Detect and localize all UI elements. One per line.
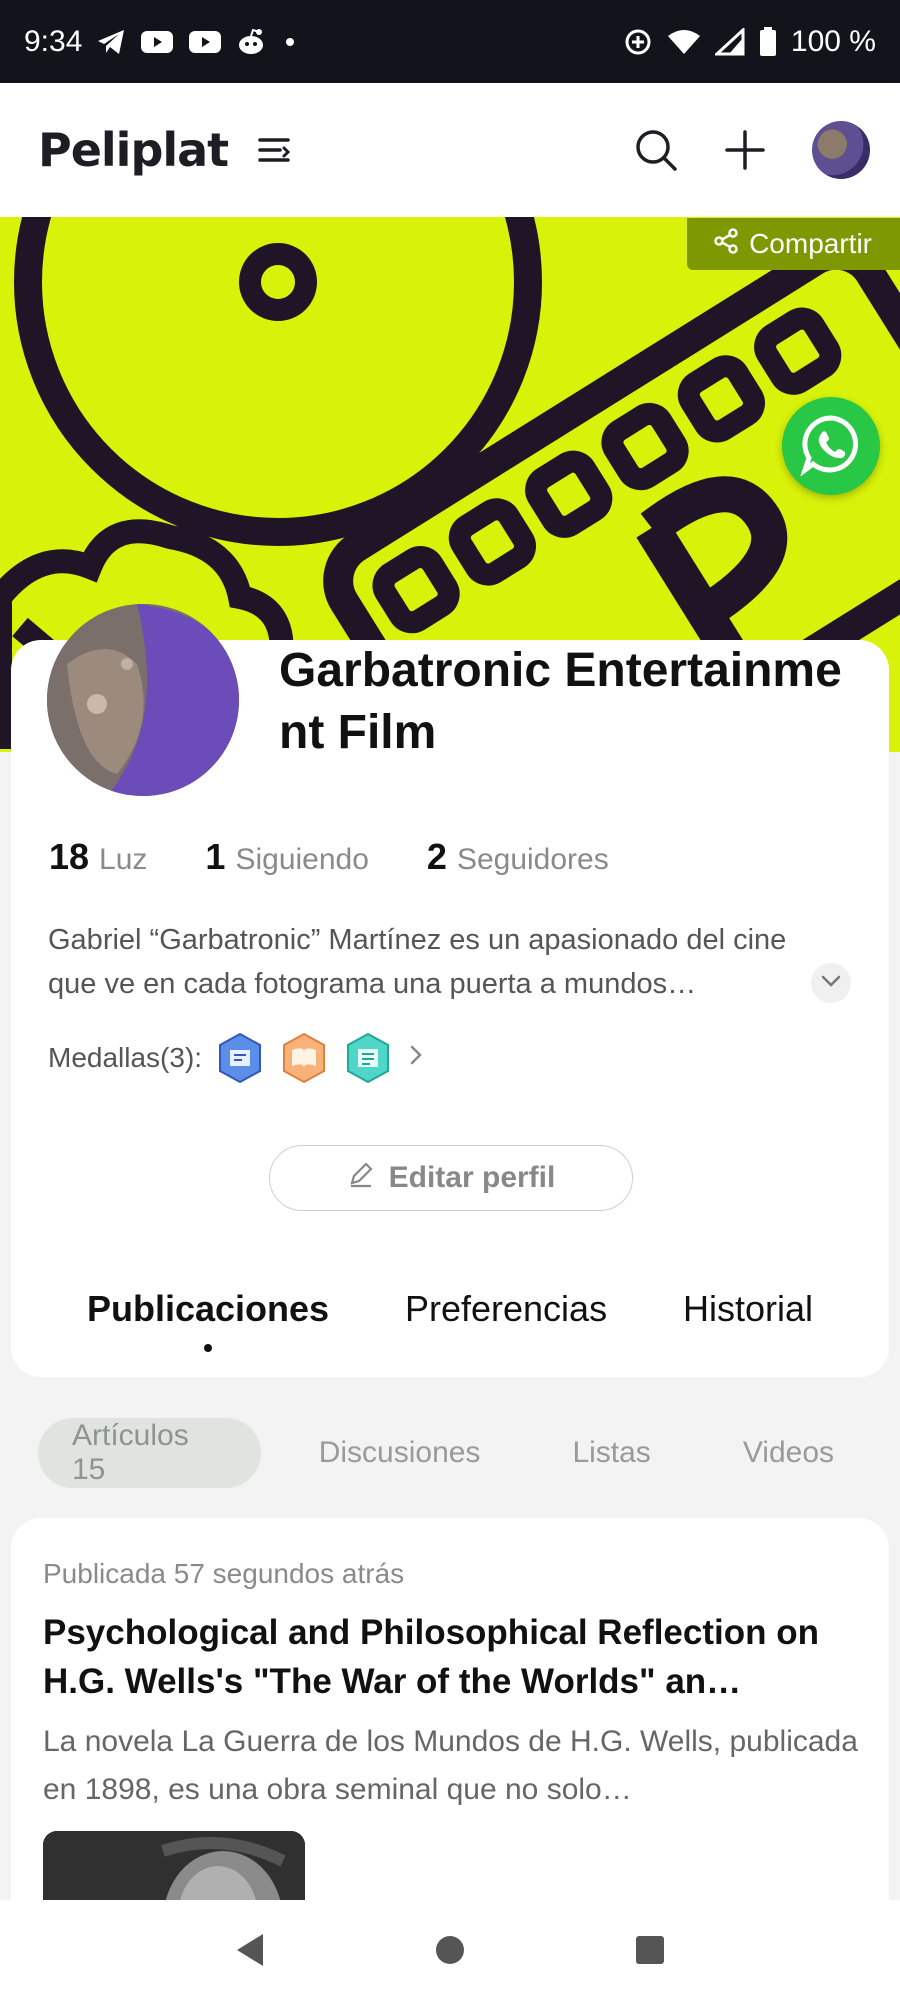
- share-button[interactable]: Compartir: [687, 218, 900, 270]
- youtube-icon: [140, 29, 174, 55]
- stat-label: Siguiendo: [235, 843, 369, 876]
- subtab-articulos[interactable]: Artículos 15: [38, 1418, 261, 1488]
- chevron-right-icon: [406, 1042, 426, 1075]
- status-time: 9:34: [24, 24, 83, 58]
- system-nav-bar: [0, 1900, 900, 2000]
- data-saver-icon: [623, 27, 653, 57]
- stat-value: 2: [426, 836, 447, 877]
- medal-blue-icon: [214, 1032, 266, 1084]
- share-label: Compartir: [749, 228, 872, 259]
- whatsapp-icon: [799, 412, 863, 481]
- subtab-listas[interactable]: Listas: [514, 1418, 684, 1488]
- brand: Peliplat: [38, 123, 292, 177]
- home-icon[interactable]: [433, 1933, 467, 1967]
- telegram-icon: [96, 28, 126, 56]
- profile-card: Garbatronic Entertainment Film 18 Luz 1 …: [11, 604, 889, 1377]
- avatar[interactable]: [812, 121, 870, 179]
- content-subtabs: Artículos 15 Discusiones Listas Videos: [38, 1418, 868, 1488]
- dot-icon: [280, 32, 300, 52]
- profile-avatar[interactable]: [47, 604, 239, 796]
- medal-orange-icon: [278, 1032, 330, 1084]
- stat-label: Luz: [99, 843, 148, 876]
- stat-value: 18: [49, 836, 90, 877]
- plus-icon[interactable]: [724, 129, 766, 171]
- stat-value: 1: [205, 836, 226, 877]
- profile-name: Garbatronic Entertainment Film: [279, 644, 842, 759]
- post-card[interactable]: Publicada 57 segundos atrás Psychologica…: [11, 1518, 889, 1938]
- chevron-down-icon: [820, 974, 842, 993]
- recents-icon[interactable]: [633, 1933, 667, 1967]
- status-left: 9:34: [24, 25, 300, 59]
- medal-teal-icon: [342, 1032, 394, 1084]
- share-icon: [713, 227, 739, 261]
- post-timestamp: Publicada 57 segundos atrás: [43, 1558, 405, 1589]
- screen: 9:34 100 % Peliplat Compartir Garbatroni…: [0, 0, 900, 2000]
- subtab-discusiones[interactable]: Discusiones: [261, 1418, 515, 1488]
- medals-label: Medallas(3):: [48, 1042, 203, 1073]
- tab-preferencias[interactable]: Preferencias: [395, 1288, 617, 1330]
- expand-bio-button[interactable]: [811, 963, 851, 1003]
- signal-icon: [714, 27, 745, 56]
- status-right: 100 %: [623, 25, 876, 59]
- peliplat-logo[interactable]: Peliplat: [38, 123, 229, 177]
- whatsapp-button[interactable]: [782, 397, 880, 495]
- medals-row[interactable]: Medallas(3):: [48, 1032, 426, 1084]
- tab-historial[interactable]: Historial: [673, 1288, 823, 1330]
- app-header: Peliplat: [0, 83, 900, 217]
- menu-icon[interactable]: [256, 134, 292, 166]
- search-icon[interactable]: [634, 128, 678, 172]
- stat-luz[interactable]: 18 Luz: [49, 836, 147, 878]
- post-title[interactable]: Psychological and Philosophical Reflecti…: [43, 1608, 869, 1706]
- status-bar: 9:34 100 %: [0, 0, 900, 83]
- stat-siguiendo[interactable]: 1 Siguiendo: [205, 836, 368, 878]
- wifi-icon: [667, 28, 701, 56]
- battery-percentage: 100 %: [790, 24, 876, 58]
- stat-seguidores[interactable]: 2 Seguidores: [427, 836, 609, 878]
- youtube-icon: [188, 29, 222, 55]
- reddit-icon: [236, 28, 266, 56]
- post-excerpt: La novela La Guerra de los Mundos de H.G…: [43, 1725, 858, 1806]
- edit-profile-button[interactable]: Editar perfil: [269, 1145, 633, 1211]
- subtab-videos[interactable]: Videos: [685, 1418, 868, 1488]
- profile-tabs: Publicaciones Preferencias Historial: [11, 1288, 889, 1330]
- profile-stats: 18 Luz 1 Siguiendo 2 Seguidores: [49, 836, 609, 878]
- edit-profile-label: Editar perfil: [388, 1161, 556, 1194]
- battery-icon: [759, 26, 777, 57]
- profile-bio: Gabriel “Garbatronic” Martínez es un apa…: [48, 924, 787, 1000]
- header-actions: [634, 121, 870, 179]
- pencil-icon: [347, 1160, 375, 1196]
- back-icon[interactable]: [233, 1931, 267, 1969]
- stat-label: Seguidores: [456, 843, 609, 876]
- tab-publicaciones[interactable]: Publicaciones: [77, 1288, 339, 1330]
